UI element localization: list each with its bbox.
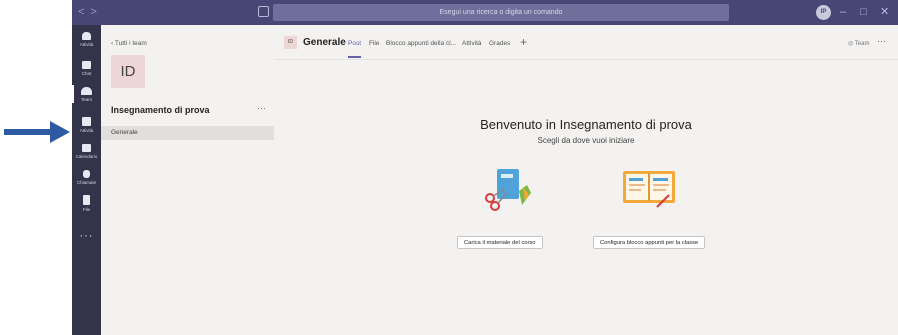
upload-course-materials-button[interactable]: Carica il materiale del corso xyxy=(457,236,543,249)
channel-team-avatar: ID xyxy=(284,36,297,49)
welcome-title: Benvenuto in Insegnamento di prova xyxy=(480,117,692,132)
close-icon[interactable]: ✕ xyxy=(880,5,889,19)
welcome-subtitle: Scegli da dove vuoi iniziare xyxy=(537,136,635,145)
team-name: Insegnamento di prova xyxy=(111,105,210,115)
phone-icon xyxy=(83,170,90,178)
rail-label: Chat xyxy=(81,71,92,76)
channel-more-options-icon[interactable]: ··· xyxy=(877,36,886,46)
rail-label: Attività xyxy=(79,42,94,47)
team-button-label: Team xyxy=(854,41,870,47)
team-button[interactable]: ◎ Team xyxy=(848,40,869,47)
channel-item-generale[interactable]: Generale xyxy=(101,126,274,140)
bell-icon xyxy=(82,32,91,40)
search-command-box[interactable]: Esegui una ricerca o digita un comando xyxy=(273,4,729,21)
back-to-teams-link[interactable]: ‹ Tutti i team xyxy=(111,40,147,47)
teams-panel: ‹ Tutti i team ID Insegnamento di prova … xyxy=(101,25,274,335)
rail-item-assignments[interactable]: Attività xyxy=(72,117,101,133)
add-tab-icon[interactable]: + xyxy=(520,35,527,49)
tab-file[interactable]: File xyxy=(369,40,379,47)
channel-header: ID Generale Post File Blocco appunti del… xyxy=(274,25,898,60)
channel-title: Generale xyxy=(303,37,346,48)
rail-item-calendar[interactable]: Calendario xyxy=(72,144,101,159)
calendar-icon xyxy=(82,144,91,152)
file-icon xyxy=(83,195,90,205)
minimize-icon[interactable]: – xyxy=(840,5,846,19)
rail-label: Chiamate xyxy=(76,180,97,185)
rail-label: Attività xyxy=(79,128,94,133)
tab-grades[interactable]: Grades xyxy=(489,40,510,47)
setup-class-notebook-button[interactable]: Configura blocco appunti per la classe xyxy=(593,236,706,249)
channel-label: Generale xyxy=(111,129,138,136)
class-notebook-illustration-icon xyxy=(623,171,675,208)
team-more-options-icon[interactable]: ··· xyxy=(257,103,266,113)
rail-label: Team xyxy=(80,97,92,102)
tab-assignments[interactable]: Attività xyxy=(462,40,482,47)
rail-item-chat[interactable]: Chat xyxy=(72,61,101,76)
chat-icon xyxy=(82,61,91,69)
tab-grades-label: Grades xyxy=(489,40,511,47)
rail-label: File xyxy=(82,207,91,212)
eye-icon: ◎ xyxy=(848,41,855,47)
pointer-arrow xyxy=(4,121,70,143)
maximize-icon[interactable]: □ xyxy=(860,5,867,19)
active-tab-indicator xyxy=(348,56,361,58)
tab-post[interactable]: Post xyxy=(348,40,361,47)
teams-icon xyxy=(81,87,92,95)
title-bar: <> Esegui una ricerca o digita un comand… xyxy=(72,0,898,25)
team-avatar: ID xyxy=(111,55,145,88)
rail-label: Calendario xyxy=(75,154,98,159)
assignments-icon xyxy=(82,117,91,126)
compose-icon[interactable] xyxy=(258,6,269,17)
course-materials-illustration-icon xyxy=(485,169,531,211)
rail-item-files[interactable]: File xyxy=(72,195,101,212)
app-rail: Attività Chat Team Attività Calendario C… xyxy=(72,25,101,335)
tab-class-notebook[interactable]: Blocco appunti della cl... xyxy=(386,40,456,47)
rail-item-calls[interactable]: Chiamate xyxy=(72,170,101,185)
back-label: Tutti i team xyxy=(114,40,147,47)
back-forward-arrows-icon[interactable]: <> xyxy=(78,6,103,18)
user-avatar[interactable]: IP xyxy=(816,5,831,20)
more-apps-icon[interactable]: ··· xyxy=(72,230,101,242)
channel-main: ID Generale Post File Blocco appunti del… xyxy=(274,25,898,335)
rail-item-team[interactable]: Team xyxy=(72,85,101,103)
rail-item-activity[interactable]: Attività xyxy=(72,32,101,47)
